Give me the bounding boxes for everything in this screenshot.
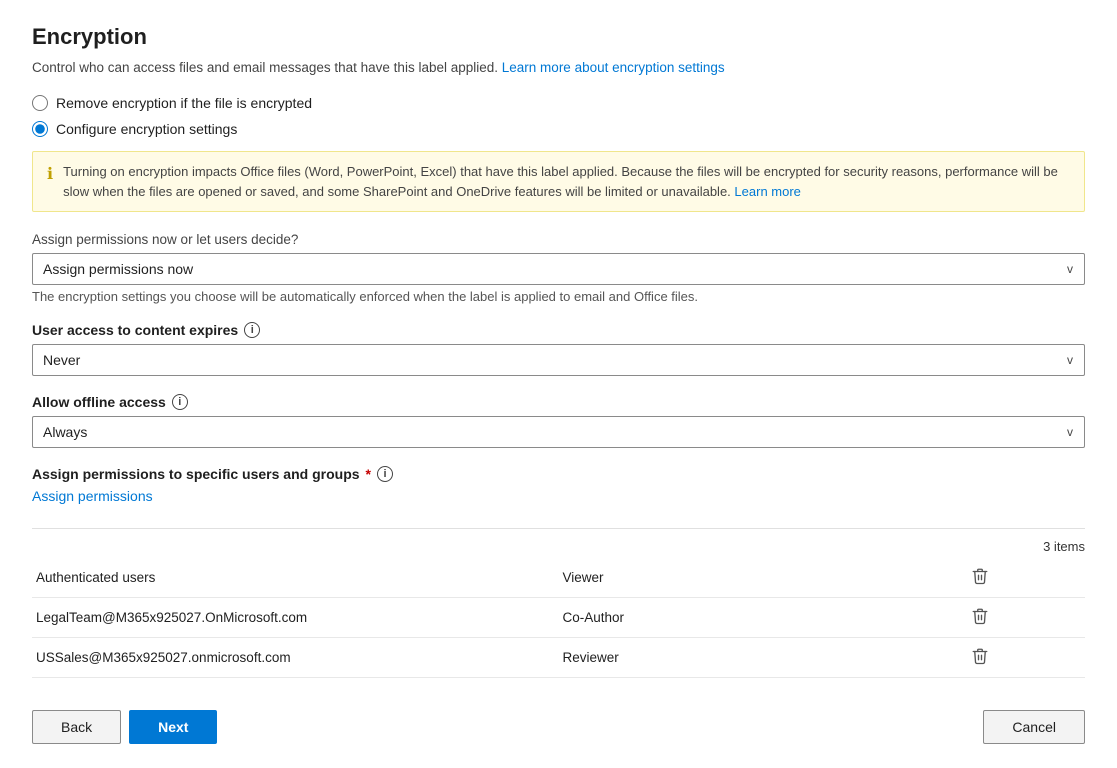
items-count: 3 items — [32, 539, 1085, 554]
user-access-title: User access to content expires i — [32, 322, 1085, 338]
info-banner-text: Turning on encryption impacts Office fil… — [63, 162, 1070, 201]
assign-permissions-select[interactable]: Assign permissions now Let users assign … — [32, 253, 1085, 285]
permissions-table: Authenticated users Viewer LegalTeam@M36… — [32, 558, 1085, 678]
user-cell-2: USSales@M365x925027.onmicrosoft.com — [32, 638, 559, 678]
user-access-select-wrapper: Never On a specific date A number of day… — [32, 344, 1085, 376]
table-row: USSales@M365x925027.onmicrosoft.com Revi… — [32, 638, 1085, 678]
table-divider — [32, 528, 1085, 529]
next-button[interactable]: Next — [129, 710, 217, 744]
offline-access-section: Allow offline access i Always Never Only… — [32, 394, 1085, 448]
role-cell-2: Reviewer — [559, 638, 875, 678]
info-banner-learn-more-link[interactable]: Learn more — [734, 184, 800, 199]
specific-users-title: Assign permissions to specific users and… — [32, 466, 1085, 482]
assign-permissions-section: Assign permissions now or let users deci… — [32, 232, 1085, 304]
assign-permissions-helper: The encryption settings you choose will … — [32, 289, 1085, 304]
assign-permissions-label: Assign permissions now or let users deci… — [32, 232, 1085, 247]
table-row: Authenticated users Viewer — [32, 558, 1085, 598]
user-cell-0: Authenticated users — [32, 558, 559, 598]
offline-access-select[interactable]: Always Never Only for a number of days — [32, 416, 1085, 448]
delete-icon-2[interactable] — [971, 647, 989, 665]
configure-encryption-radio[interactable] — [32, 121, 48, 137]
required-star: * — [366, 466, 371, 482]
delete-cell-0 — [874, 558, 1085, 598]
delete-icon-0[interactable] — [971, 567, 989, 585]
cancel-button[interactable]: Cancel — [983, 710, 1085, 744]
table-row: LegalTeam@M365x925027.OnMicrosoft.com Co… — [32, 598, 1085, 638]
page-description: Control who can access files and email m… — [32, 60, 1085, 75]
user-access-select[interactable]: Never On a specific date A number of day… — [32, 344, 1085, 376]
role-cell-0: Viewer — [559, 558, 875, 598]
specific-users-info-icon: i — [377, 466, 393, 482]
delete-cell-2 — [874, 638, 1085, 678]
role-cell-1: Co-Author — [559, 598, 875, 638]
offline-access-title: Allow offline access i — [32, 394, 1085, 410]
user-cell-1: LegalTeam@M365x925027.OnMicrosoft.com — [32, 598, 559, 638]
encryption-radio-group: Remove encryption if the file is encrypt… — [32, 95, 1085, 137]
remove-encryption-radio[interactable] — [32, 95, 48, 111]
info-banner: ℹ Turning on encryption impacts Office f… — [32, 151, 1085, 212]
delete-icon-1[interactable] — [971, 607, 989, 625]
assign-permissions-link[interactable]: Assign permissions — [32, 488, 153, 504]
info-banner-icon: ℹ — [47, 163, 53, 187]
learn-more-encryption-link[interactable]: Learn more about encryption settings — [502, 60, 725, 75]
footer-buttons: Back Next Cancel — [32, 710, 1085, 744]
configure-encryption-label: Configure encryption settings — [56, 121, 237, 137]
offline-access-info-icon: i — [172, 394, 188, 410]
page-title: Encryption — [32, 24, 1085, 50]
user-access-section: User access to content expires i Never O… — [32, 322, 1085, 376]
specific-users-section: Assign permissions to specific users and… — [32, 466, 1085, 678]
delete-cell-1 — [874, 598, 1085, 638]
assign-permissions-select-wrapper: Assign permissions now Let users assign … — [32, 253, 1085, 285]
user-access-info-icon: i — [244, 322, 260, 338]
remove-encryption-option[interactable]: Remove encryption if the file is encrypt… — [32, 95, 1085, 111]
back-button[interactable]: Back — [32, 710, 121, 744]
offline-access-select-wrapper: Always Never Only for a number of days — [32, 416, 1085, 448]
remove-encryption-label: Remove encryption if the file is encrypt… — [56, 95, 312, 111]
configure-encryption-option[interactable]: Configure encryption settings — [32, 121, 1085, 137]
